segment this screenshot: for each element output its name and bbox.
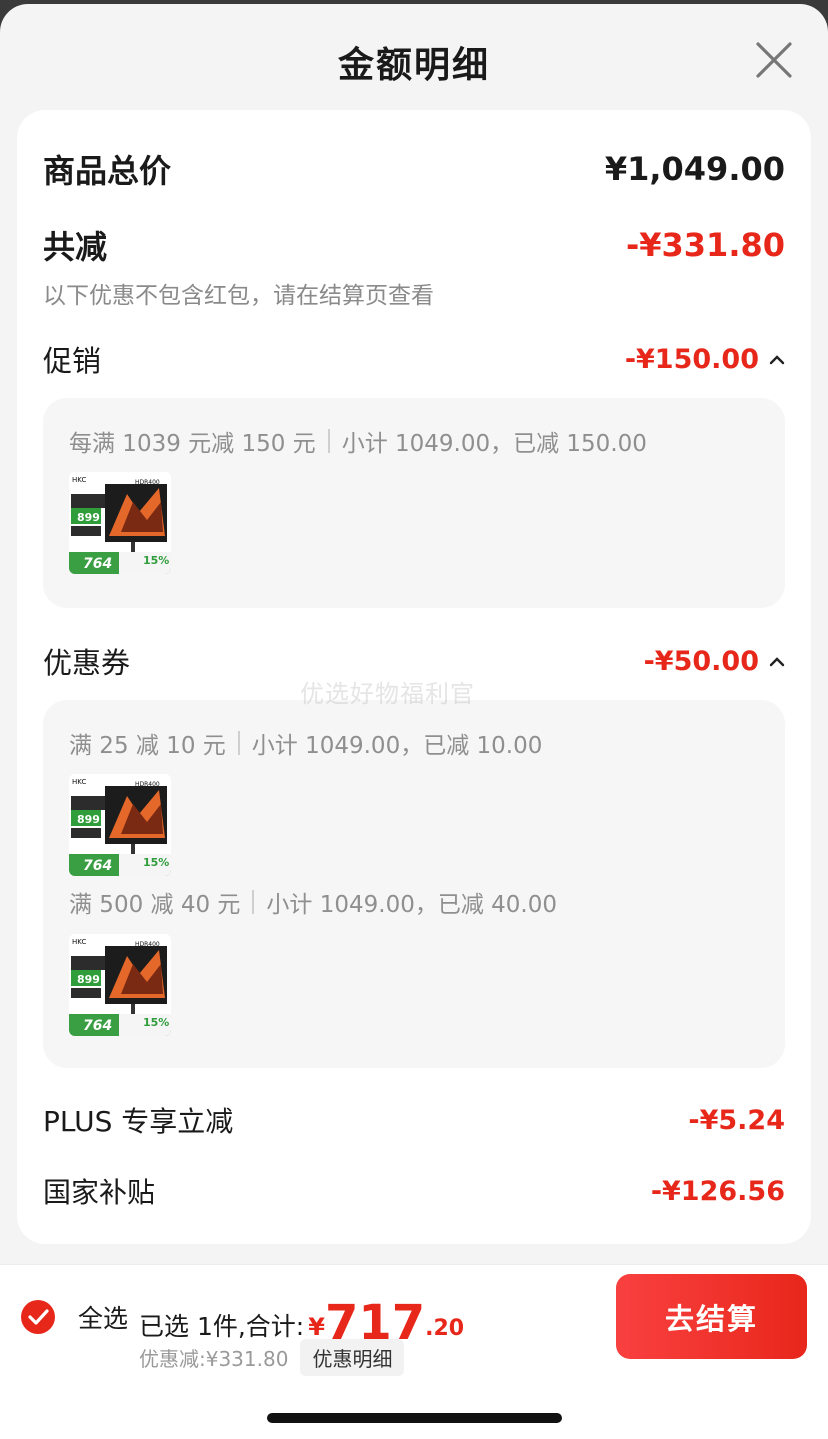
- subsidy-label: 国家补贴: [43, 1176, 156, 1209]
- sheet-title: 金额明细: [337, 45, 490, 86]
- coupon-rule: 满 25 减 10 元: [69, 733, 226, 759]
- checkout-button[interactable]: 去结算: [616, 1274, 807, 1359]
- promotion-rule-line: 每满 1039 元减 150 元 小计 1049.00，已减 150.00: [69, 424, 647, 458]
- promotion-label: 促销: [43, 344, 102, 378]
- subsidy-row: 国家补贴 -¥126.56: [43, 1169, 785, 1213]
- product-thumbnail[interactable]: HKC HDR400 899 764 15%: [69, 472, 171, 574]
- total-price-row: 商品总价 ¥1,049.00: [43, 146, 785, 192]
- total-reduce-label: 共减: [43, 228, 108, 266]
- thumb-discount: 15%: [143, 554, 169, 567]
- thumb-badge: HDR400: [135, 941, 160, 948]
- promotion-rule: 每满 1039 元减 150 元: [69, 431, 316, 457]
- sheet-header: 金额明细: [0, 4, 828, 112]
- thumb-badge: HDR400: [135, 781, 160, 788]
- currency-symbol: ¥: [308, 1313, 325, 1341]
- coupon-label: 优惠券: [43, 646, 131, 680]
- chevron-up-icon[interactable]: [769, 353, 785, 365]
- coupon-rule-detail: 小计 1049.00，已减 40.00: [266, 892, 557, 918]
- product-thumbnail[interactable]: HKC HDR400 899 764 15%: [69, 934, 171, 1036]
- thumb-brand: HKC: [72, 476, 86, 484]
- thumb-price: 899: [77, 511, 100, 524]
- amount-detail-sheet: 金额明细 商品总价 ¥1,049.00 共减 -¥331.80 以下优惠不包含红…: [0, 4, 828, 1439]
- promotion-value: -¥150.00: [624, 343, 759, 375]
- discount-summary: 优惠减:¥331.80 优惠明细: [139, 1339, 405, 1376]
- thumb-deal-price: 764: [83, 1018, 112, 1034]
- thumb-price: 899: [77, 813, 100, 826]
- coupon-value: -¥50.00: [643, 645, 759, 677]
- thumb-deal-price: 764: [83, 556, 112, 572]
- subsidy-value: -¥126.56: [650, 1175, 785, 1207]
- promotion-rule-detail: 小计 1049.00，已减 150.00: [341, 431, 647, 457]
- selected-total: 已选 1件,合计: ¥ 717 .20: [139, 1295, 465, 1347]
- thumb-brand: HKC: [72, 778, 86, 786]
- thumb-badge: HDR400: [135, 479, 160, 486]
- selected-text: 已选 1件,合计:: [139, 1312, 305, 1341]
- divider: [327, 429, 330, 453]
- checkmark-circle-icon[interactable]: [20, 1299, 56, 1335]
- coupon-rule-detail: 小计 1049.00，已减 10.00: [251, 733, 543, 759]
- discount-text: 优惠减:¥331.80: [139, 1347, 289, 1371]
- thumb-brand: HKC: [72, 938, 86, 946]
- discount-detail-button[interactable]: 优惠明细: [300, 1339, 405, 1376]
- close-icon[interactable]: [752, 38, 796, 82]
- price-decimal: .20: [425, 1316, 465, 1341]
- total-price-label: 商品总价: [43, 152, 172, 190]
- bottom-bar: 全选 已选 1件,合计: ¥ 717 .20 优惠减:¥331.80 优惠明细 …: [0, 1264, 828, 1439]
- home-indicator: [267, 1413, 562, 1423]
- plus-discount-label: PLUS 专享立减: [43, 1105, 234, 1138]
- coupon-detail-box: 满 25 减 10 元 小计 1049.00，已减 10.00 HKC HDR4…: [43, 700, 785, 1068]
- discount-note: 以下优惠不包含红包，请在结算页查看: [43, 283, 434, 309]
- total-reduce-row: 共减 -¥331.80: [43, 222, 785, 268]
- divider: [252, 890, 255, 914]
- total-price-value: ¥1,049.00: [604, 150, 785, 188]
- chevron-up-icon[interactable]: [769, 655, 785, 667]
- thumb-price: 899: [77, 973, 100, 986]
- select-all-label[interactable]: 全选: [78, 1299, 128, 1335]
- thumb-discount: 15%: [143, 856, 169, 869]
- plus-discount-row: PLUS 专享立减 -¥5.24: [43, 1098, 785, 1142]
- product-thumbnail[interactable]: HKC HDR400 899 764 15%: [69, 774, 171, 876]
- divider: [237, 731, 240, 755]
- coupon-rule: 满 500 减 40 元: [69, 892, 241, 918]
- watermark: 优选好物福利官: [300, 680, 475, 708]
- promotion-row[interactable]: 促销 -¥150.00: [43, 338, 785, 380]
- thumb-deal-price: 764: [83, 858, 112, 874]
- promotion-detail-box: 每满 1039 元减 150 元 小计 1049.00，已减 150.00 HK: [43, 398, 785, 608]
- total-reduce-value: -¥331.80: [625, 226, 785, 264]
- plus-discount-value: -¥5.24: [688, 1104, 785, 1136]
- coupon-rule-line: 满 25 减 10 元 小计 1049.00，已减 10.00: [69, 726, 542, 760]
- thumb-discount: 15%: [143, 1016, 169, 1029]
- coupon-rule-line: 满 500 减 40 元 小计 1049.00，已减 40.00: [69, 885, 557, 919]
